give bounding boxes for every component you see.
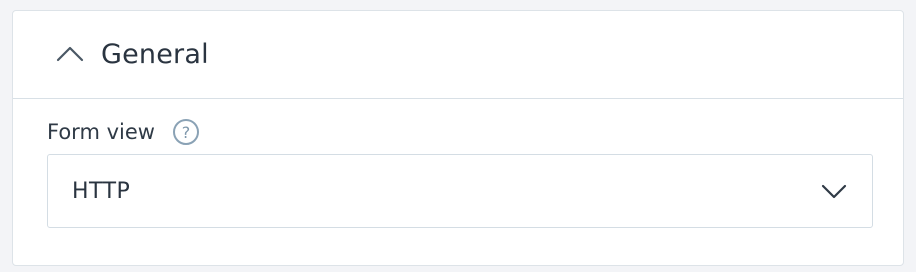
general-section-body: Form view ? HTTP bbox=[13, 99, 903, 228]
form-view-selected-value: HTTP bbox=[72, 178, 131, 204]
chevron-down-icon bbox=[820, 177, 848, 205]
section-title: General bbox=[101, 39, 209, 70]
help-icon[interactable]: ? bbox=[172, 119, 199, 145]
form-view-label: Form view bbox=[47, 120, 155, 144]
form-view-select[interactable]: HTTP bbox=[47, 154, 873, 228]
form-view-label-row: Form view ? bbox=[47, 117, 871, 147]
chevron-up-icon[interactable] bbox=[55, 40, 85, 70]
general-section-header[interactable]: General bbox=[13, 11, 903, 99]
general-section-panel: General Form view ? HTTP bbox=[12, 10, 904, 266]
